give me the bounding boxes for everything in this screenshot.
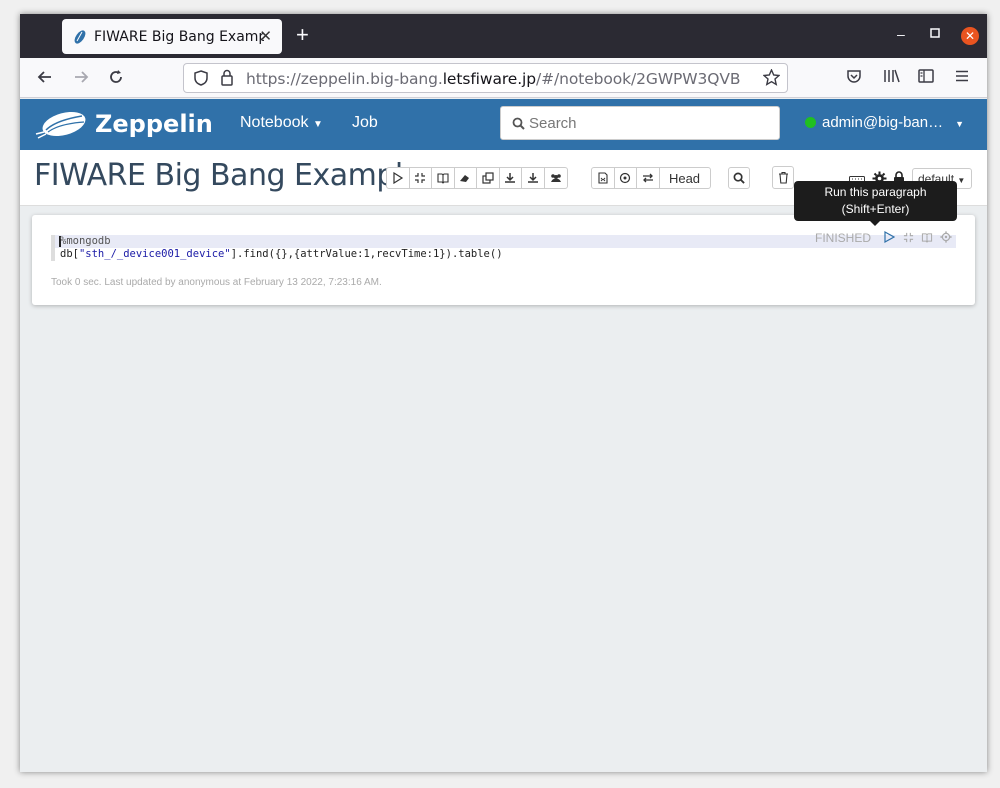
zeppelin-favicon-icon (74, 29, 86, 44)
exchange-icon (642, 173, 653, 183)
lock-icon[interactable] (220, 69, 234, 91)
copy-icon (482, 172, 494, 184)
notebook-menu[interactable]: Notebook ▼ (240, 114, 323, 132)
url-text[interactable]: https://zeppelin.big-bang.letsfiware.jp/… (246, 70, 741, 88)
clone-button[interactable] (477, 168, 500, 188)
hide-output-button[interactable] (432, 168, 455, 188)
search-icon (733, 172, 745, 184)
new-tab-button[interactable]: + (296, 24, 309, 46)
play-icon (393, 172, 403, 184)
eraser-icon (460, 175, 470, 182)
url-prefix: https://zeppelin.big-bang. (246, 70, 443, 88)
paragraph-settings-button[interactable] (939, 230, 953, 244)
pocket-icon[interactable] (846, 68, 866, 88)
search-placeholder: Search (529, 115, 577, 132)
set-revision-button[interactable] (615, 168, 637, 188)
tooltip-line-1: Run this paragraph (824, 185, 927, 199)
permissions-button[interactable] (545, 168, 568, 188)
revision-dropdown[interactable]: Head (660, 168, 710, 188)
gear-icon (940, 231, 952, 243)
minimize-icon[interactable]: – (897, 26, 905, 42)
search-input[interactable]: Search (500, 106, 780, 140)
trash-icon (778, 171, 788, 184)
hide-output-paragraph-button[interactable] (920, 230, 934, 244)
tooltip-arrow (870, 221, 880, 226)
online-status-dot (805, 117, 816, 128)
search-icon (512, 117, 525, 135)
delete-notebook-button[interactable] (772, 166, 794, 189)
hide-editor-button[interactable] (901, 230, 915, 244)
reload-icon[interactable] (107, 68, 127, 88)
caret-down-icon: ▼ (312, 119, 323, 130)
user-menu[interactable]: admin@big-ban… ▼ (805, 114, 964, 131)
code-prefix: db[ (60, 248, 79, 260)
search-code-button[interactable] (728, 167, 750, 189)
tab-title: FIWARE Big Bang Exampl (94, 28, 264, 45)
browser-window: FIWARE Big Bang Exampl ✕ + – ✕ https://z… (20, 14, 987, 772)
library-icon[interactable] (883, 68, 903, 88)
tab-zeppelin[interactable]: FIWARE Big Bang Exampl ✕ (62, 19, 282, 54)
notebook-actions-group (386, 167, 568, 189)
back-arrow-icon[interactable] (36, 68, 56, 88)
users-icon (550, 174, 561, 182)
download-icon (505, 173, 516, 183)
shield-icon[interactable] (194, 70, 208, 91)
code-string: "sth_/_device001_device" (78, 248, 231, 260)
tab-strip: FIWARE Big Bang Exampl ✕ + – ✕ (20, 14, 987, 58)
export-button[interactable] (500, 168, 522, 188)
export-ipynb-button[interactable] (522, 168, 545, 188)
nav-bar: https://zeppelin.big-bang.letsfiware.jp/… (20, 58, 987, 98)
run-paragraph-button[interactable] (882, 230, 896, 244)
code-line-1: %mongodb (60, 235, 111, 247)
caret-down-icon: ▼ (957, 176, 966, 185)
paragraph: %mongodb db["sth_/_device001_device"].fi… (32, 215, 975, 305)
circle-arrow-icon (620, 172, 631, 184)
zeppelin-logo-text[interactable]: Zeppelin (95, 110, 213, 138)
code-suffix: ].find({},{attrValue:1,recvTime:1}).tabl… (230, 248, 503, 260)
clear-output-button[interactable] (455, 168, 477, 188)
zeppelin-logo-icon[interactable] (34, 108, 90, 147)
run-paragraph-tooltip: Run this paragraph (Shift+Enter) (794, 181, 957, 221)
url-path: /#/notebook/2GWPW3QVB (536, 70, 741, 88)
hide-code-button[interactable] (410, 168, 432, 188)
job-link[interactable]: Job (352, 114, 378, 132)
file-code-icon (598, 172, 608, 184)
compare-revisions-button[interactable] (637, 168, 660, 188)
user-name: admin@big-ban… (822, 114, 944, 131)
book-icon (921, 232, 933, 243)
maximize-icon[interactable] (930, 25, 940, 41)
menu-hamburger-icon[interactable] (954, 68, 974, 88)
commit-button[interactable] (592, 168, 615, 188)
url-bar[interactable]: https://zeppelin.big-bang.letsfiware.jp/… (183, 63, 788, 93)
tab-close-icon[interactable]: ✕ (259, 27, 272, 45)
play-icon (883, 231, 895, 243)
run-all-button[interactable] (387, 168, 410, 188)
forward-arrow-icon[interactable] (72, 68, 92, 88)
paragraph-controls (882, 230, 953, 244)
book-icon (437, 173, 449, 184)
tooltip-line-2: (Shift+Enter) (841, 202, 910, 216)
zeppelin-header: Zeppelin Notebook ▼ Job Search admin@big… (20, 99, 987, 150)
url-domain: letsfiware.jp (442, 70, 536, 88)
compress-icon (903, 232, 913, 242)
bookmark-star-icon[interactable] (762, 68, 781, 91)
sidebar-icon[interactable] (918, 68, 938, 88)
caret-down-icon: ▼ (955, 119, 965, 129)
download-icon (527, 173, 538, 183)
code-line-2: db["sth_/_device001_device"].find({},{at… (60, 248, 503, 260)
paragraph-status: FINISHED (815, 231, 872, 245)
notebook-title[interactable]: FIWARE Big Bang Example (34, 158, 421, 193)
version-control-group: Head (591, 167, 711, 189)
paragraph-footer: Took 0 sec. Last updated by anonymous at… (51, 277, 382, 288)
compress-icon (415, 173, 426, 183)
interpreter-directive: %mongodb (60, 235, 111, 247)
notebook-menu-label: Notebook (240, 114, 309, 131)
close-window-icon[interactable]: ✕ (961, 27, 979, 45)
